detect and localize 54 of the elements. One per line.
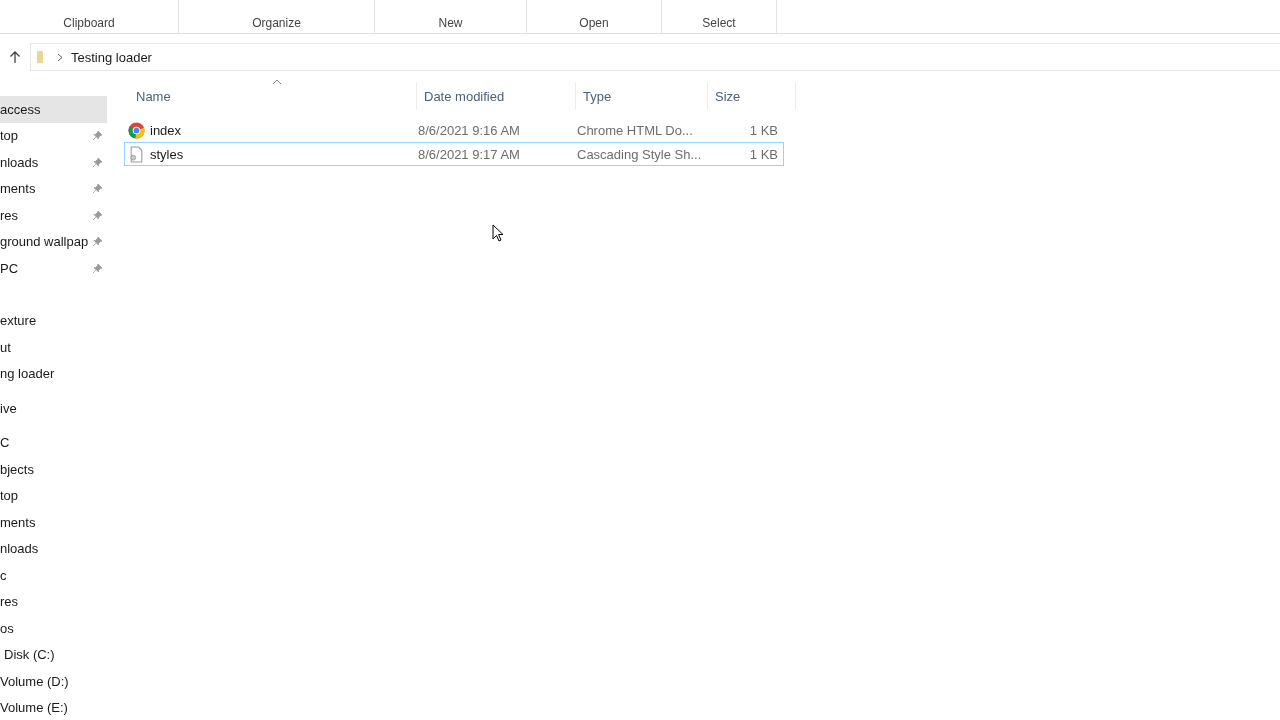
- document-icon: [128, 145, 145, 163]
- navigation-item[interactable]: ments: [0, 175, 107, 202]
- navigation-item[interactable]: C: [0, 429, 107, 456]
- pin-icon: [92, 183, 103, 195]
- column-header[interactable]: Type: [576, 83, 708, 109]
- pin-icon: [92, 156, 103, 168]
- column-header[interactable]: Date modified: [417, 83, 576, 109]
- navigation-item[interactable]: access: [0, 96, 107, 123]
- navigation-item[interactable]: nloads: [0, 149, 107, 176]
- ribbon-group-label: New: [438, 16, 463, 30]
- navigation-item[interactable]: ground wallpap: [0, 228, 107, 255]
- table-cell-text: Cascading Style Sh...: [576, 146, 702, 162]
- navigation-item[interactable]: os: [0, 615, 107, 642]
- navigation-item[interactable]: PC: [0, 255, 107, 282]
- chevron-icon: [57, 52, 63, 62]
- navigation-item[interactable]: exture: [0, 307, 107, 334]
- navigation-item[interactable]: ut: [0, 334, 107, 361]
- navigation-item[interactable]: top: [0, 482, 107, 509]
- navigation-item[interactable]: bjects: [0, 456, 107, 483]
- ribbon-group-label: Select: [702, 16, 736, 30]
- file-name: styles: [150, 146, 184, 162]
- navigation-item[interactable]: Disk (C:): [0, 641, 107, 668]
- navigation-item[interactable]: res: [0, 202, 107, 229]
- ribbon-group-label: Clipboard: [63, 16, 115, 30]
- navigation-item[interactable]: top: [0, 122, 107, 149]
- pin-icon: [92, 262, 103, 274]
- breadcrumb[interactable]: Testing loader: [71, 49, 152, 65]
- table-cell-text: 1 KB: [748, 146, 779, 162]
- navigation-item[interactable]: res: [0, 588, 107, 615]
- table-cell-text: 8/6/2021 9:16 AM: [417, 122, 521, 138]
- ribbon-group-label: Organize: [252, 16, 301, 30]
- ribbon-group-label: Open: [579, 16, 609, 30]
- table-cell-text: 8/6/2021 9:17 AM: [417, 146, 521, 162]
- pin-icon: [92, 236, 103, 248]
- navigation-item[interactable]: c: [0, 562, 107, 589]
- navigation-item[interactable]: ng loader: [0, 360, 107, 387]
- pin-icon: [92, 130, 103, 142]
- navigation-item[interactable]: ments: [0, 509, 107, 536]
- up-arrow-icon: [9, 50, 21, 64]
- browser-icon: [128, 121, 145, 139]
- file-name: index: [150, 122, 182, 138]
- table-cell-text: Chrome HTML Do...: [576, 122, 694, 138]
- column-header[interactable]: Size: [708, 83, 796, 109]
- navigation-item[interactable]: nloads: [0, 535, 107, 562]
- column-header[interactable]: Name: [127, 83, 417, 109]
- table-cell-text: 1 KB: [748, 122, 779, 138]
- file-row[interactable]: index 8/6/2021 9:16 AM Chrome HTML Do... 1 KB: [124, 118, 784, 142]
- mouse-cursor-icon: [492, 224, 504, 242]
- navigation-item[interactable]: Volume (E:): [0, 694, 107, 720]
- file-row[interactable]: styles 8/6/2021 9:17 AM Cascading Style Sh... 1 KB: [124, 142, 784, 166]
- navigation-item[interactable]: ive: [0, 395, 107, 422]
- pin-icon: [92, 209, 103, 221]
- address-bar[interactable]: Testing loader: [30, 43, 1280, 71]
- navigation-item[interactable]: Volume (D:): [0, 668, 107, 695]
